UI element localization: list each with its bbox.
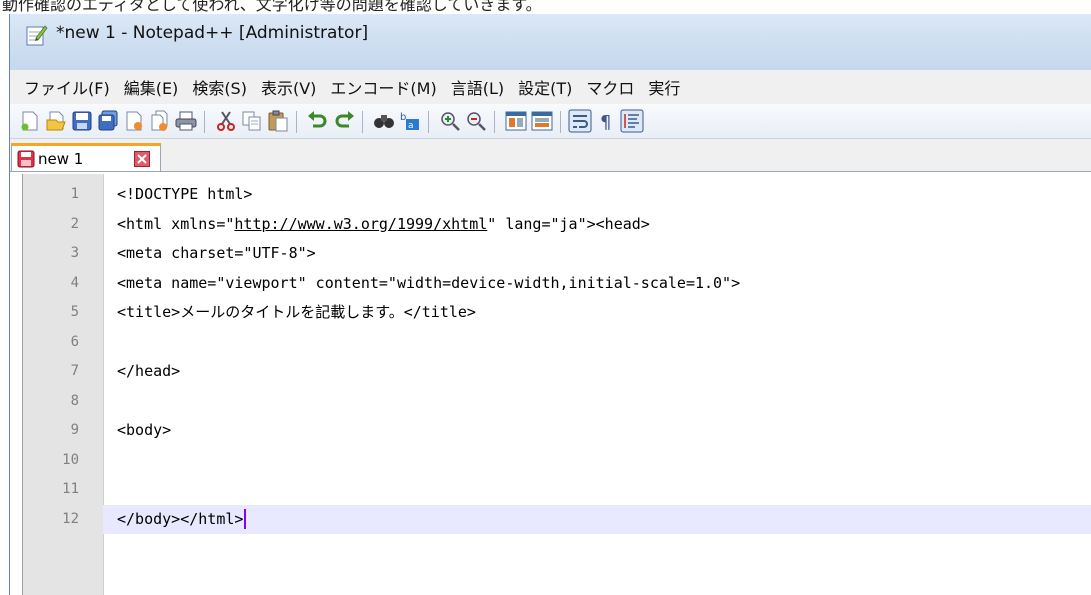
menu-macro[interactable]: マクロ bbox=[579, 75, 641, 99]
line-number: 5 bbox=[70, 304, 79, 320]
toolbar-separator bbox=[204, 111, 205, 133]
toolbar: b a ¶ bbox=[10, 104, 1091, 139]
code-line[interactable]: 1 <!DOCTYPE html> bbox=[23, 180, 1091, 209]
code-url-link[interactable]: http://www.w3.org/1999/xhtml bbox=[234, 215, 487, 233]
zoom-out-icon[interactable] bbox=[464, 109, 488, 133]
toolbar-separator bbox=[362, 111, 363, 133]
menu-encoding[interactable]: エンコード(M) bbox=[323, 75, 443, 99]
code-line[interactable]: 5 <title>メールのタイトルを記載します。</title> bbox=[23, 298, 1091, 327]
cut-icon[interactable] bbox=[214, 109, 238, 133]
code-segment: <html xmlns=" bbox=[117, 214, 235, 233]
menu-view[interactable]: 表示(V) bbox=[254, 75, 323, 99]
code-segment: " lang="ja"><head> bbox=[487, 214, 650, 233]
line-number: 2 bbox=[70, 215, 79, 232]
line-number: 6 bbox=[70, 333, 79, 350]
code-line[interactable]: 2 <html xmlns="http://www.w3.org/1999/xht… bbox=[23, 210, 1091, 239]
code-line[interactable]: 3 <meta charset="UTF-8"> bbox=[23, 239, 1091, 268]
menu-run[interactable]: 実行 bbox=[641, 75, 687, 99]
code-text: <meta charset="UTF-8"> bbox=[117, 239, 316, 268]
copy-icon[interactable] bbox=[240, 109, 264, 133]
menu-bar: ファイル(F) 編集(E) 検索(S) 表示(V) エンコード(M) 言語(L)… bbox=[10, 70, 1091, 104]
menu-settings[interactable]: 設定(T) bbox=[511, 75, 579, 99]
menu-edit[interactable]: 編集(E) bbox=[117, 75, 186, 99]
undo-icon[interactable] bbox=[306, 109, 330, 133]
code-line[interactable]: 8 bbox=[23, 387, 1091, 416]
tab-bar: new 1 bbox=[10, 139, 1091, 172]
code-text: <meta name="viewport" content="width=dev… bbox=[117, 269, 740, 298]
tab-new-1[interactable]: new 1 bbox=[11, 143, 161, 171]
sync-horizontal-icon[interactable] bbox=[530, 109, 554, 133]
menu-search[interactable]: 検索(S) bbox=[185, 75, 254, 99]
notepad-app-icon bbox=[26, 25, 48, 46]
paste-icon[interactable] bbox=[266, 109, 290, 133]
code-line[interactable]: 12 </body></html> bbox=[23, 504, 1091, 534]
line-number: 4 bbox=[70, 274, 79, 291]
line-number: 12 bbox=[62, 510, 79, 527]
code-line[interactable]: 7 </head> bbox=[23, 357, 1091, 386]
svg-text:b: b bbox=[400, 112, 406, 123]
menu-file[interactable]: ファイル(F) bbox=[10, 75, 117, 99]
close-all-icon[interactable] bbox=[148, 109, 172, 133]
unsaved-file-icon bbox=[17, 150, 35, 168]
line-number: 11 bbox=[62, 481, 79, 497]
open-file-icon[interactable] bbox=[44, 109, 68, 133]
tab-close-icon[interactable] bbox=[134, 151, 150, 167]
menu-language[interactable]: 言語(L) bbox=[444, 75, 511, 99]
code-segment: </head> bbox=[117, 362, 181, 380]
title-bar[interactable]: *new 1 - Notepad++ [Administrator] bbox=[10, 14, 1091, 70]
word-wrap-icon[interactable] bbox=[568, 109, 592, 133]
close-icon[interactable] bbox=[122, 109, 146, 133]
background-text-fragment: 動作確認のエディタとして使われ、文字化け等の問題を確認していきます。 bbox=[0, 0, 1091, 14]
show-all-chars-icon[interactable]: ¶ bbox=[594, 109, 618, 133]
line-number: 7 bbox=[70, 363, 79, 379]
editor-area[interactable]: 1 <!DOCTYPE html> 2 <html xmlns="http://www… bbox=[22, 174, 1091, 595]
tab-label: new 1 bbox=[38, 150, 84, 168]
line-number: 9 bbox=[70, 422, 79, 438]
code-segment: <meta name="viewport" content="width=dev… bbox=[117, 273, 741, 292]
code-line[interactable]: 11 bbox=[23, 475, 1091, 504]
code-line[interactable]: 9 <body> bbox=[23, 416, 1091, 445]
window-title: *new 1 - Notepad++ [Administrator] bbox=[56, 23, 369, 43]
code-text: </body></html> bbox=[117, 505, 247, 534]
svg-text:a: a bbox=[408, 121, 414, 131]
line-number: 3 bbox=[70, 245, 79, 261]
code-segment: <title>メールのタイトルを記載します。</title> bbox=[117, 303, 476, 321]
code-segment: <body> bbox=[117, 421, 172, 439]
zoom-in-icon[interactable] bbox=[438, 109, 462, 133]
find-icon[interactable] bbox=[372, 109, 396, 133]
new-file-icon[interactable] bbox=[18, 109, 42, 133]
redo-icon[interactable] bbox=[332, 109, 356, 133]
text-caret bbox=[244, 509, 247, 529]
toolbar-separator bbox=[296, 111, 297, 133]
save-icon[interactable] bbox=[70, 109, 94, 133]
background-text: 動作確認のエディタとして使われ、文字化け等の問題を確認していきます。 bbox=[2, 0, 542, 14]
line-number: 1 bbox=[70, 186, 79, 202]
code-segment: </body></html> bbox=[117, 509, 244, 528]
line-number: 10 bbox=[62, 451, 79, 468]
toolbar-separator bbox=[428, 111, 429, 133]
code-text: </head> bbox=[117, 357, 180, 386]
code-text: <!DOCTYPE html> bbox=[117, 180, 252, 209]
code-text: <html xmlns="http://www.w3.org/1999/xhtm… bbox=[117, 210, 650, 239]
replace-icon[interactable]: b a bbox=[398, 109, 422, 133]
toolbar-separator bbox=[494, 111, 495, 133]
notepadpp-window: *new 1 - Notepad++ [Administrator] ファイル(… bbox=[9, 14, 1091, 595]
save-all-icon[interactable] bbox=[96, 109, 120, 133]
sync-vertical-icon[interactable] bbox=[504, 109, 528, 133]
code-line[interactable]: 10 bbox=[23, 446, 1091, 475]
code-segment: <meta charset="UTF-8"> bbox=[117, 244, 316, 262]
indent-guide-icon[interactable] bbox=[620, 109, 644, 133]
print-icon[interactable] bbox=[174, 109, 198, 133]
toolbar-separator bbox=[560, 111, 561, 133]
svg-text:¶: ¶ bbox=[600, 112, 611, 133]
code-text: <body> bbox=[117, 416, 171, 445]
code-line[interactable]: 4 <meta name="viewport" content="width=de… bbox=[23, 269, 1091, 298]
line-number: 8 bbox=[70, 392, 79, 409]
code-segment: <!DOCTYPE html> bbox=[117, 185, 253, 203]
code-line[interactable]: 6 bbox=[23, 328, 1091, 357]
code-text: <title>メールのタイトルを記載します。</title> bbox=[117, 298, 476, 327]
